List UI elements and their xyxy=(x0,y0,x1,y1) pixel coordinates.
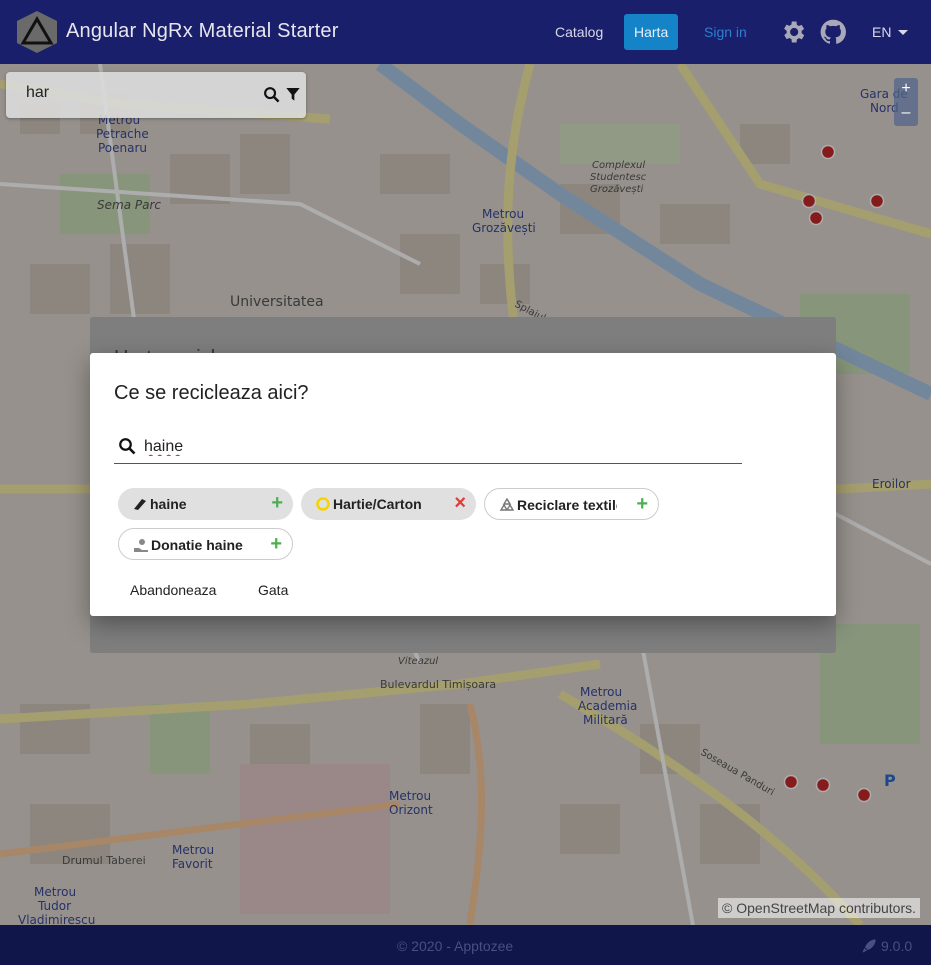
donation-icon xyxy=(134,539,148,552)
done-button[interactable]: Gata xyxy=(258,582,288,598)
chip-label: haine xyxy=(150,496,187,512)
zoom-control: + – xyxy=(894,78,918,126)
version-text: 9.0.0 xyxy=(881,938,913,954)
add-chip-button[interactable]: + xyxy=(271,493,283,513)
language-select[interactable]: EN xyxy=(872,24,891,40)
recycle-dialog: Ce se recicleaza aici? haine + Hartie/Ca… xyxy=(90,353,836,616)
chip-label: Hartie/Carton xyxy=(333,496,422,512)
add-chip-button[interactable]: + xyxy=(270,534,282,554)
map-attribution[interactable]: © OpenStreetMap contributors. xyxy=(718,898,920,918)
material-search-field xyxy=(114,433,742,464)
copyright-text: © 2020 - Apptozee xyxy=(397,938,514,954)
remove-chip-button[interactable]: × xyxy=(454,493,466,513)
material-search-input[interactable] xyxy=(144,438,704,456)
app-logo-icon[interactable] xyxy=(14,9,60,55)
nav-harta[interactable]: Harta xyxy=(624,14,679,50)
map-search-box xyxy=(6,72,306,118)
add-chip-button[interactable]: + xyxy=(636,494,648,514)
chip-hartie-carton[interactable]: Hartie/Carton × xyxy=(301,488,476,520)
chip-donatie-haine[interactable]: Donatie haine + xyxy=(118,528,293,560)
filter-icon[interactable] xyxy=(285,86,301,102)
top-toolbar: Angular NgRx Material Starter Catalog Ha… xyxy=(0,0,931,64)
chevron-down-icon[interactable] xyxy=(898,30,908,35)
zoom-out-button[interactable]: – xyxy=(894,102,918,126)
zoom-in-button[interactable]: + xyxy=(894,78,918,102)
search-icon[interactable] xyxy=(263,86,280,103)
chip-label: Reciclare textile xyxy=(517,497,617,513)
nav-sign-in[interactable]: Sign in xyxy=(694,14,757,50)
shirt-icon xyxy=(134,499,146,510)
recycle-yellow-icon xyxy=(316,497,330,511)
app-title[interactable]: Angular NgRx Material Starter xyxy=(66,20,339,43)
github-icon[interactable] xyxy=(819,18,847,46)
footer: © 2020 - Apptozee 9.0.0 xyxy=(0,925,931,965)
recycle-icon xyxy=(499,498,515,511)
cancel-button[interactable]: Abandoneaza xyxy=(130,582,216,598)
map-search-input[interactable] xyxy=(26,84,226,102)
chip-label: Donatie haine xyxy=(151,537,243,553)
settings-gear-icon[interactable] xyxy=(779,18,807,46)
search-icon xyxy=(119,438,136,455)
dialog-title: Ce se recicleaza aici? xyxy=(114,382,309,404)
chip-reciclare-textile[interactable]: Reciclare textile + xyxy=(484,488,659,520)
map-attribution-box: © OpenStreetMap contributors. xyxy=(690,896,930,924)
nav-catalog[interactable]: Catalog xyxy=(545,14,613,50)
chip-haine[interactable]: haine + xyxy=(118,488,293,520)
rocket-icon xyxy=(862,939,876,953)
